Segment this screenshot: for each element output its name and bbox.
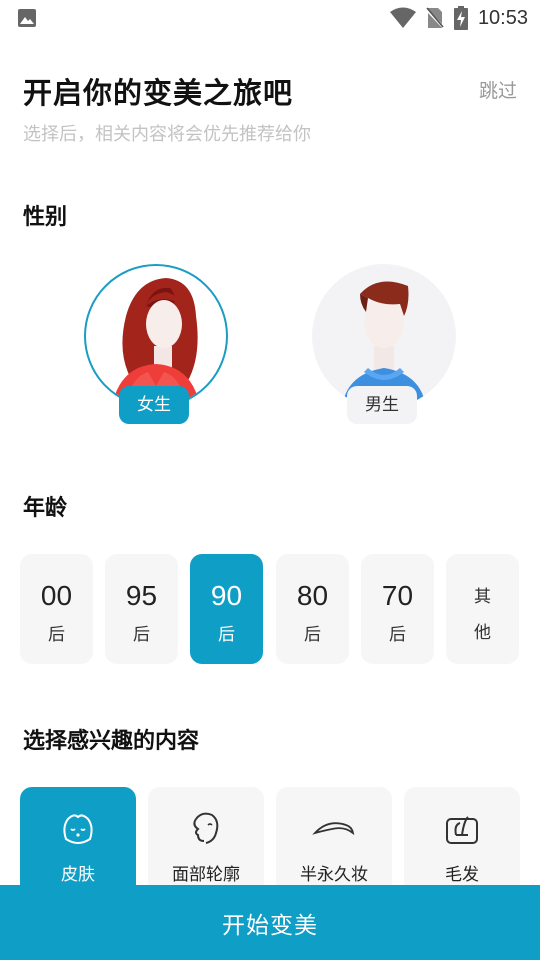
gender-option-male[interactable]: 男生 xyxy=(312,264,456,434)
age-suffix: 后 xyxy=(304,625,321,645)
age-number: 95 xyxy=(125,580,158,611)
interest-option-permanent-makeup[interactable]: 半永久妆 xyxy=(276,787,392,897)
age-suffix: 后 xyxy=(389,625,406,645)
skip-button[interactable]: 跳过 xyxy=(479,76,517,103)
age-number: 80 xyxy=(296,580,329,611)
eyebrow-icon xyxy=(312,822,355,836)
status-bar: 10:53 xyxy=(0,0,540,36)
age-suffix: 后 xyxy=(133,625,150,645)
age-suffix: 后 xyxy=(218,625,235,645)
female-avatar-icon xyxy=(112,278,200,406)
interest-option-skin[interactable]: 皮肤 xyxy=(20,787,136,897)
age-option-70[interactable]: 70 后 xyxy=(361,554,434,664)
gender-label-female: 女生 xyxy=(119,386,189,424)
gender-option-female[interactable]: 女生 xyxy=(84,264,228,434)
face-contour-icon xyxy=(193,812,219,844)
skin-face-icon xyxy=(63,814,93,844)
interest-label: 皮肤 xyxy=(61,865,95,885)
page-subtitle: 选择后，相关内容将会优先推荐给你 xyxy=(23,124,311,145)
interests-section-title: 选择感兴趣的内容 xyxy=(23,729,200,754)
gender-section-title: 性别 xyxy=(23,205,68,230)
age-option-other[interactable]: 其 他 xyxy=(446,554,519,664)
interest-option-face-contour[interactable]: 面部轮廓 xyxy=(148,787,264,897)
age-option-00[interactable]: 00 后 xyxy=(20,554,93,664)
start-button[interactable]: 开始变美 xyxy=(0,885,540,960)
battery-charging-icon xyxy=(453,6,468,30)
age-option-80[interactable]: 80 后 xyxy=(276,554,349,664)
age-section-title: 年龄 xyxy=(23,496,68,521)
status-time: 10:53 xyxy=(477,6,528,29)
no-sim-icon xyxy=(425,7,444,29)
age-other-line1: 其 xyxy=(474,587,491,607)
age-option-90[interactable]: 90 后 xyxy=(190,554,263,664)
age-number: 70 xyxy=(381,580,414,611)
age-suffix: 后 xyxy=(48,625,65,645)
gender-label-male: 男生 xyxy=(347,386,417,424)
interest-label: 面部轮廓 xyxy=(172,865,240,885)
age-other-line2: 他 xyxy=(474,623,491,643)
interest-option-hair[interactable]: 毛发 xyxy=(404,787,520,897)
age-number: 00 xyxy=(40,580,73,611)
wifi-icon xyxy=(389,7,416,28)
image-icon xyxy=(18,9,36,27)
interest-label: 毛发 xyxy=(445,865,479,885)
interest-label: 半永久妆 xyxy=(300,865,368,885)
page-title: 开启你的变美之旅吧 xyxy=(23,76,294,110)
age-number: 90 xyxy=(210,580,243,611)
hair-icon xyxy=(446,816,478,844)
age-option-95[interactable]: 95 后 xyxy=(105,554,178,664)
